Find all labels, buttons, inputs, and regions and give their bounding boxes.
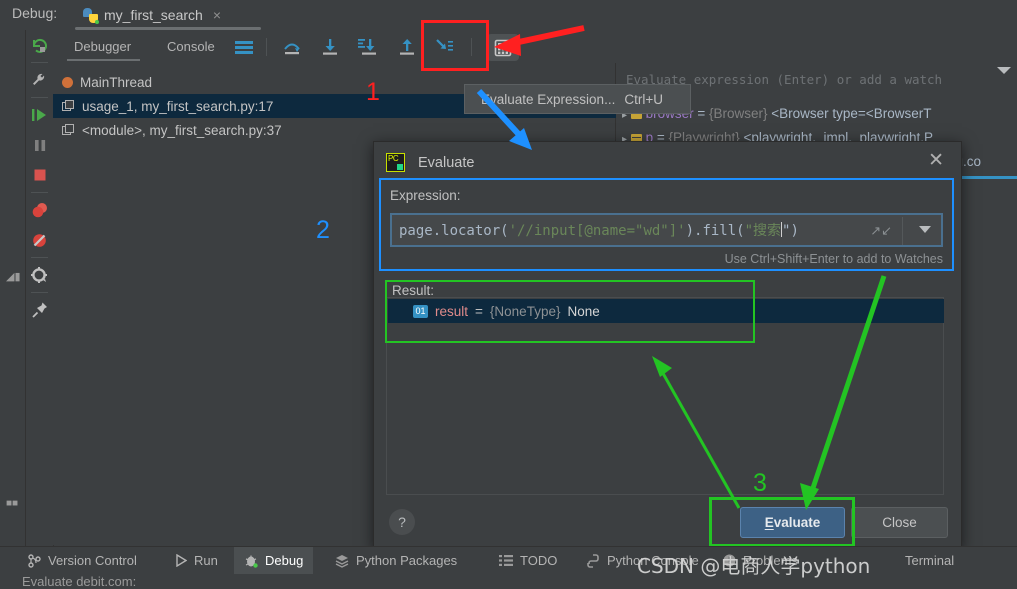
stop-program-icon[interactable] [26,160,53,190]
step-over-icon[interactable] [281,36,303,57]
run-icon [176,554,187,567]
debugger-toolbar: Debugger Console [53,30,1017,63]
evaluate-expression-icon[interactable] [487,34,519,61]
run-configuration-tab[interactable]: my_first_search × [75,0,229,30]
annotation-green-box-result [385,280,755,343]
statusbar-item-python-packages[interactable]: Python Packages [325,547,467,574]
run-tab-label: my_first_search [104,7,203,23]
annotation-blue-highlight-box [379,178,954,271]
tab-debugger[interactable]: Debugger [68,34,137,58]
frame-label: <module>, my_first_search.py:37 [82,122,282,138]
layout-settings-icon[interactable] [233,36,255,57]
statusbar-item-debug[interactable]: Debug [234,547,314,574]
stack-frame-icon [62,99,75,113]
annotation-green-box-evaluate [709,497,855,547]
annotation-number-3: 3 [753,469,767,497]
divider [31,97,48,98]
statusbar-label: Version Control [48,553,137,568]
statusbar-item-run[interactable]: Run [165,547,228,574]
statusbar-label: TODO [520,553,558,568]
statusbar-item-version-control[interactable]: Version Control [18,547,147,574]
annotation-number-1: 1 [366,78,380,106]
variable-value: <Browser type=<BrowserT [771,106,932,121]
dialog-title: Evaluate [418,154,475,171]
pin-tab-icon[interactable] [26,295,53,325]
annotation-number-2: 2 [316,216,330,244]
frame-row[interactable]: <module>, my_first_search.py:37 [53,118,615,142]
pause-program-icon[interactable] [26,130,53,160]
force-step-into-icon[interactable] [357,36,379,57]
step-out-icon[interactable] [396,36,418,57]
branch-icon [28,553,41,568]
tab-console[interactable]: Console [161,34,221,58]
statusbar-label: Debug [265,553,304,568]
help-button[interactable]: ? [389,509,415,535]
variables-dropdown-icon[interactable] [997,67,1011,74]
bookmark-icon: ◢▮ [6,271,21,283]
mute-breakpoints-icon[interactable] [26,225,53,255]
view-breakpoints-icon[interactable] [26,195,53,225]
statusbar-item-terminal[interactable]: Terminal [895,547,964,574]
settings-wrench-icon[interactable] [26,65,53,95]
watermark: CSDN @电商人学python [637,554,871,578]
stack-frame-icon [62,123,75,137]
annotation-red-highlight-box [421,20,489,71]
python-icon [83,7,99,24]
rerun-icon[interactable] [26,30,53,60]
divider [31,192,48,193]
frame-label: usage_1, my_first_search.py:17 [82,98,274,114]
resume-program-icon[interactable] [26,100,53,130]
evaluate-expression-tooltip: Evaluate Expression... Ctrl+U [464,84,691,114]
divider [266,38,267,56]
debug-window-titlebar: Debug: my_first_search × [0,0,1017,30]
left-tool-strip: Bookmarks ◢▮ Structure ■■ [0,30,26,585]
python-console-icon [587,553,599,568]
statusbar-label: Run [194,553,218,568]
packages-icon [335,554,349,568]
thread-status-icon [62,76,73,88]
close-icon[interactable]: ✕ [928,151,944,170]
divider [31,62,48,63]
structure-icon: ■■ [6,498,19,509]
step-into-icon[interactable] [319,36,341,57]
statusbar-label: Terminal [905,553,955,568]
dialog-title-row: Evaluate [386,153,474,172]
debug-label: Debug: [12,5,58,21]
close-button[interactable]: Close [851,507,948,538]
debug-actions-column [26,30,54,555]
tab-debugger-underline [67,59,140,61]
pycharm-icon [386,153,405,172]
todo-list-icon [499,555,513,566]
tooltip-shortcut: Ctrl+U [624,91,663,107]
debug-bug-icon [245,555,258,568]
divider [31,292,48,293]
thread-label: MainThread [80,74,153,90]
tooltip-label: Evaluate Expression... [481,91,616,107]
statusbar-item-todo[interactable]: TODO [489,547,567,574]
variable-type: {Browser} [708,106,768,121]
close-icon[interactable]: × [213,7,221,23]
statusbar-label: Python Packages [356,553,458,568]
statusbar-clipped-text: Evaluate debit.com: [22,574,137,589]
